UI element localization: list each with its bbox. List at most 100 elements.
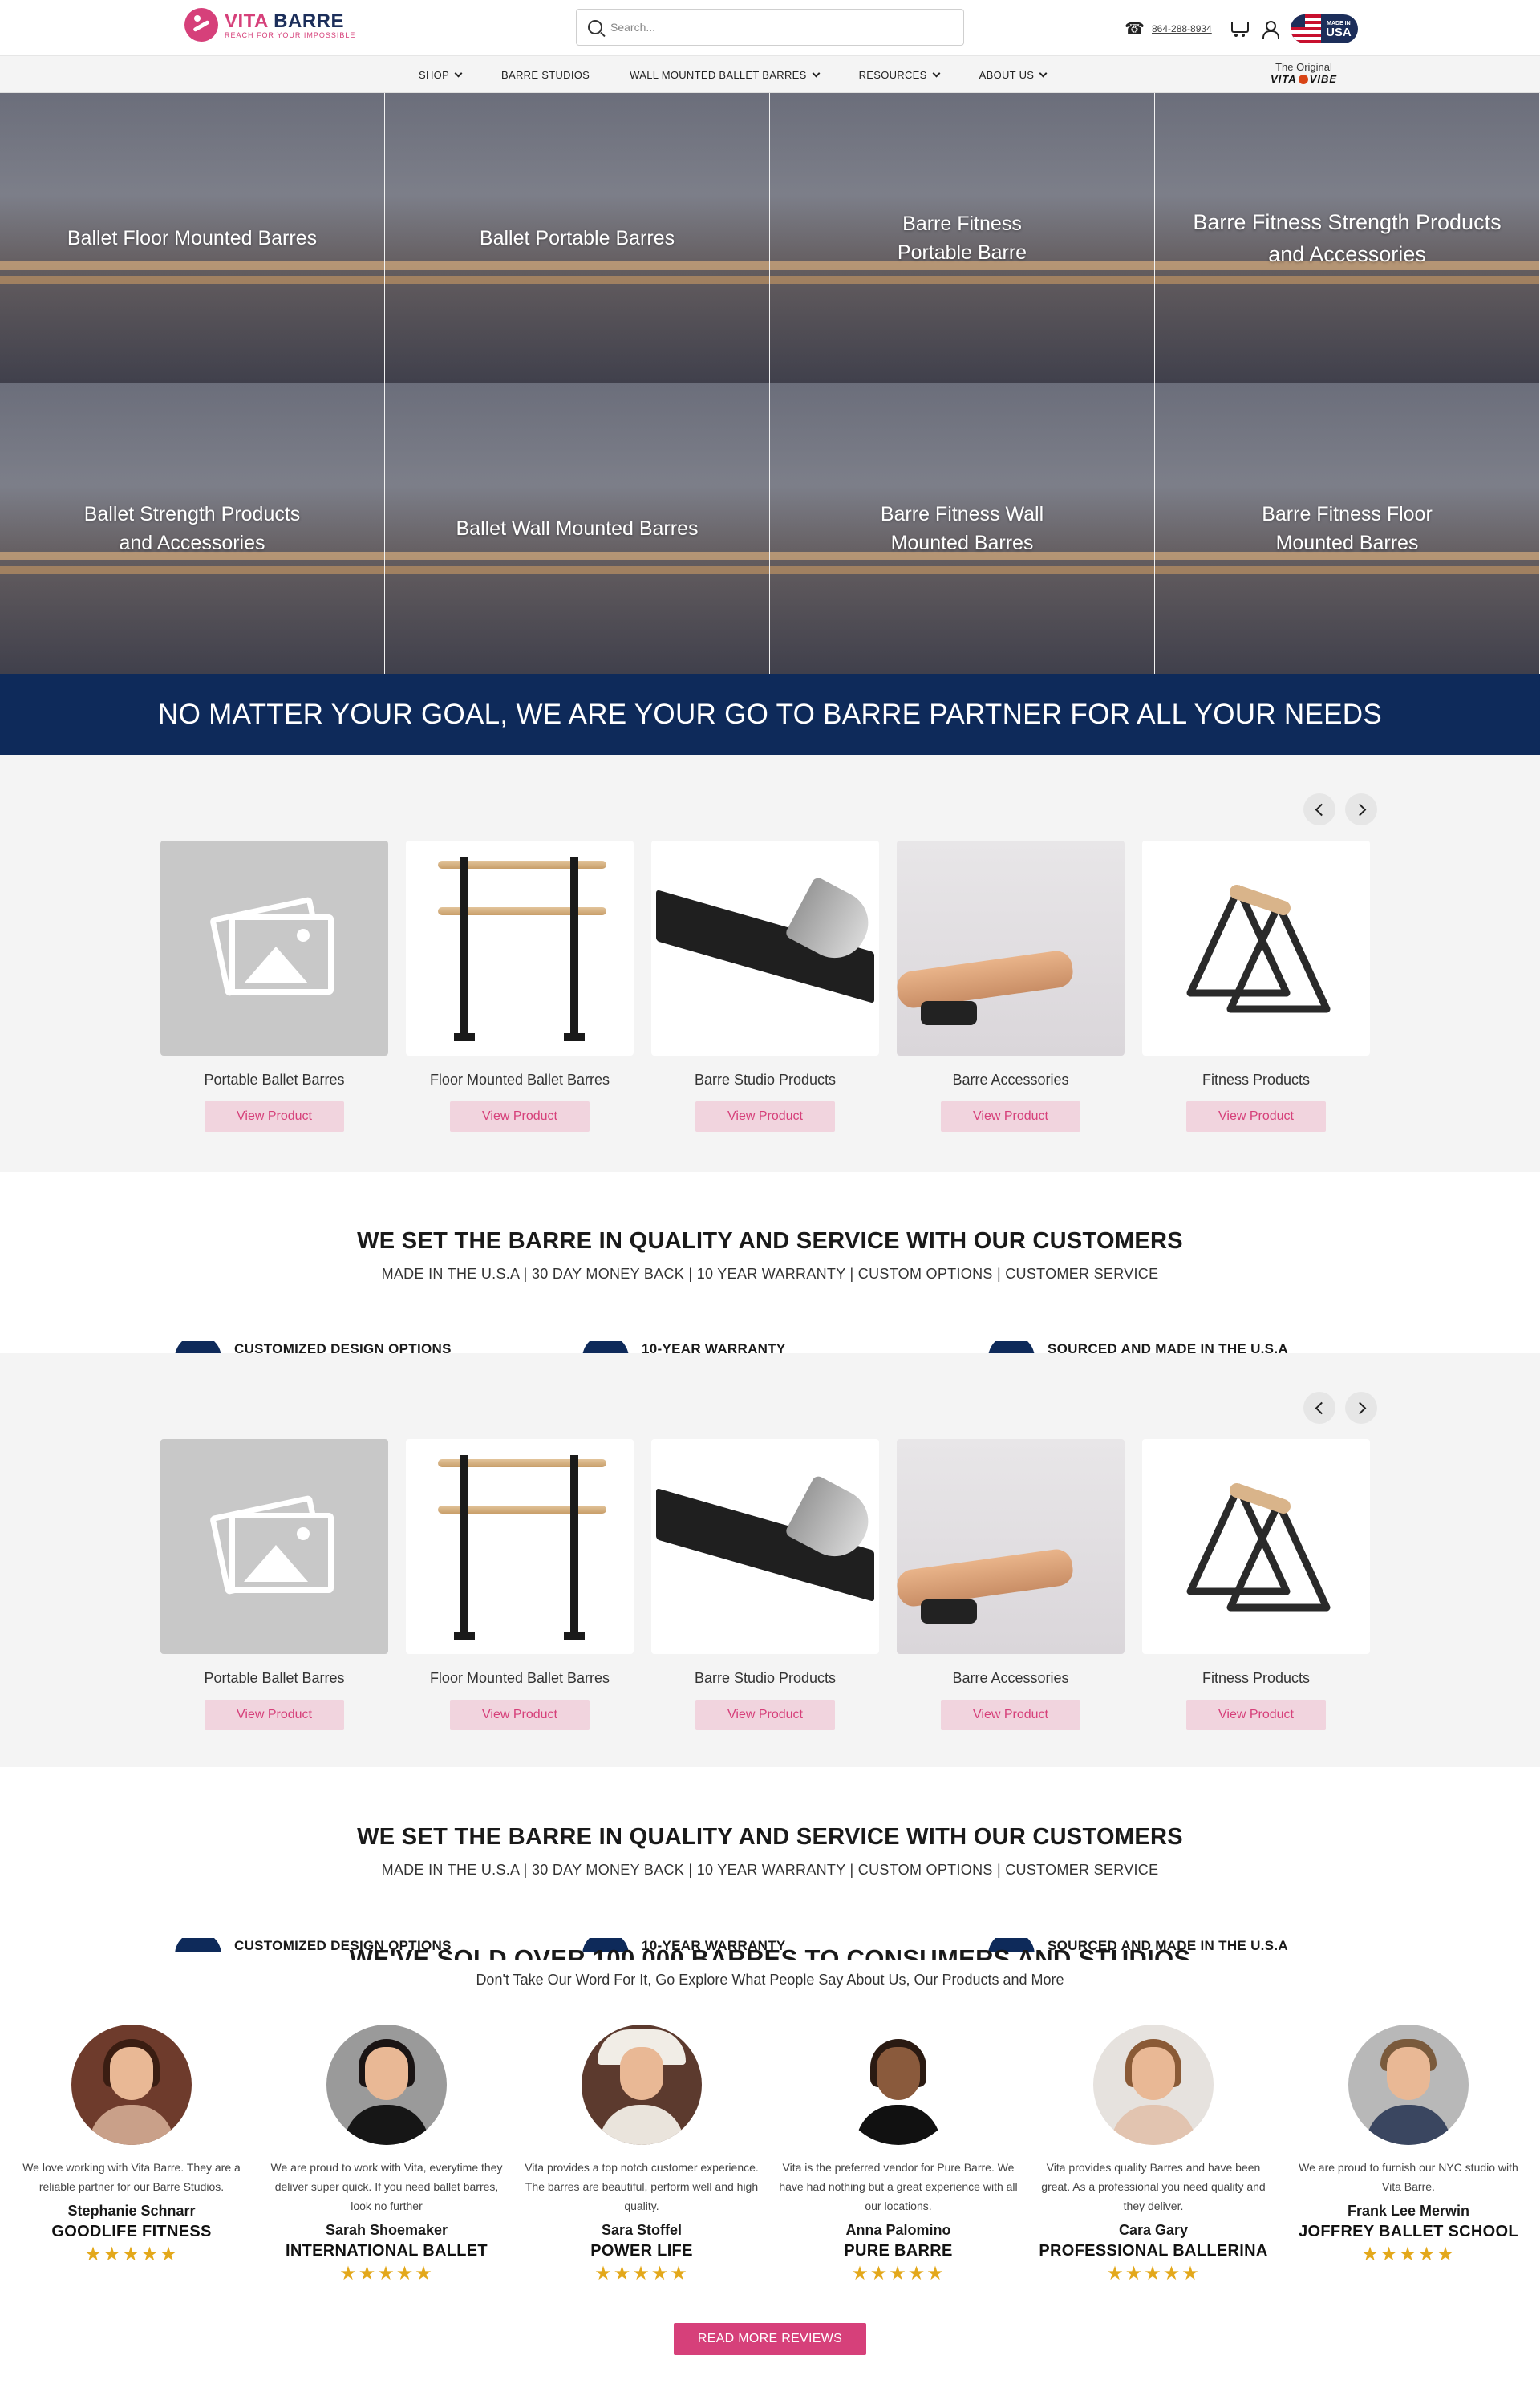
avatar	[838, 2025, 958, 2145]
header-actions: 864-288-8934 MADE INUSA	[1125, 14, 1358, 43]
view-product-button[interactable]: View Product	[941, 1101, 1080, 1132]
accessory-photo	[897, 1439, 1125, 1654]
category-tile[interactable]: Ballet Wall Mounted Barres	[385, 383, 770, 674]
category-tile[interactable]: Ballet Portable Barres	[385, 93, 770, 383]
chevron-down-icon	[932, 69, 941, 77]
product-card[interactable]: Barre Studio Products View Product	[651, 841, 879, 1132]
quality-subtitle: MADE IN THE U.S.A | 30 DAY MONEY BACK | …	[381, 1862, 1159, 1878]
reviewer-name: Stephanie Schnarr	[67, 2203, 196, 2219]
reviewer-name: Anna Palomino	[845, 2222, 951, 2238]
view-product-button[interactable]: View Product	[695, 1101, 835, 1132]
ball-icon	[1298, 74, 1308, 84]
vita-barre-logo[interactable]: VITA BARRE REACH FOR YOUR IMPOSSIBLE	[184, 8, 355, 42]
star-rating: ★★★★★	[1361, 2244, 1456, 2265]
avatar	[326, 2025, 447, 2145]
carousel-next-button[interactable]	[1345, 793, 1377, 825]
carousel-next-button[interactable]	[1345, 1392, 1377, 1424]
view-product-button[interactable]: View Product	[450, 1700, 590, 1730]
category-tile[interactable]: Ballet Strength Products and Accessories	[0, 383, 385, 674]
product-name: Floor Mounted Ballet Barres	[429, 1670, 610, 1686]
phone-link[interactable]: 864-288-8934	[1152, 23, 1212, 34]
partner-banner: NO MATTER YOUR GOAL, WE ARE YOUR GO TO B…	[0, 674, 1540, 755]
avatar	[1093, 2025, 1214, 2145]
view-product-button[interactable]: View Product	[1186, 1700, 1326, 1730]
fitness-product-image	[1142, 841, 1370, 1056]
main-nav: SHOP BARRE STUDIOS WALL MOUNTED BALLET B…	[0, 56, 1540, 93]
product-name: Fitness Products	[1202, 1670, 1311, 1686]
search-icon	[588, 20, 602, 34]
product-card[interactable]: Floor Mounted Ballet Barres View Product	[406, 841, 634, 1132]
product-name: Floor Mounted Ballet Barres	[429, 1072, 610, 1088]
star-rating: ★★★★★	[851, 2263, 946, 2285]
category-tile[interactable]: Barre Fitness Strength Products and Acce…	[1155, 93, 1540, 383]
cart-icon[interactable]	[1230, 19, 1249, 39]
reviewer-name: Cara Gary	[1118, 2222, 1189, 2238]
us-flag-icon	[1290, 14, 1321, 43]
review-quote: We are proud to work with Vita, everytim…	[270, 2161, 503, 2212]
made-in-usa-badge: MADE IN USA	[1290, 14, 1358, 43]
original-vita-vibe-logo[interactable]: The Original VITA VIBE	[1270, 61, 1337, 85]
carousel-prev-button[interactable]	[1303, 793, 1335, 825]
site-header: VITA BARRE REACH FOR YOUR IMPOSSIBLE 864…	[0, 0, 1540, 56]
product-card[interactable]: Portable Ballet Barres View Product	[160, 1439, 388, 1730]
review-card: We are proud to work with Vita, everytim…	[266, 2025, 507, 2285]
view-product-button[interactable]: View Product	[450, 1101, 590, 1132]
triangle-barre-icon	[1186, 885, 1331, 1013]
view-product-button[interactable]: View Product	[695, 1700, 835, 1730]
quality-subtitle: MADE IN THE U.S.A | 30 DAY MONEY BACK | …	[381, 1266, 1159, 1282]
product-carousel: Portable Ballet Barres View Product Floo…	[0, 1353, 1540, 1767]
reviewer-name: Frank Lee Merwin	[1347, 2203, 1470, 2219]
floor-barre-image	[406, 1439, 634, 1654]
reviews-subtitle: Don't Take Our Word For It, Go Explore W…	[476, 1972, 1064, 1988]
carousel-prev-button[interactable]	[1303, 1392, 1335, 1424]
category-tile[interactable]: Ballet Floor Mounted Barres	[0, 93, 385, 383]
category-tile[interactable]: Barre Fitness Floor Mounted Barres	[1155, 383, 1540, 674]
image-placeholder-icon	[160, 1439, 388, 1654]
reviews-heading: WE'VE SOLD OVER 100,000 BARRES TO CONSUM…	[0, 1940, 1540, 1960]
view-product-button[interactable]: View Product	[941, 1700, 1080, 1730]
product-card[interactable]: Fitness Products View Product	[1142, 1439, 1370, 1730]
nav-wall-mounted-ballet-barres[interactable]: WALL MOUNTED BALLET BARRES	[630, 69, 821, 81]
product-name: Fitness Products	[1202, 1072, 1311, 1088]
avatar	[71, 2025, 192, 2145]
chevron-down-icon	[454, 69, 463, 77]
logo-wordmark: VITA BARRE	[225, 10, 345, 32]
view-product-button[interactable]: View Product	[205, 1700, 344, 1730]
category-tile[interactable]: Barre Fitness Wall Mounted Barres	[770, 383, 1155, 674]
product-card[interactable]: Barre Studio Products View Product	[651, 1439, 879, 1730]
star-rating: ★★★★★	[1106, 2263, 1201, 2285]
product-card[interactable]: Fitness Products View Product	[1142, 841, 1370, 1132]
reviewer-org: JOFFREY BALLET SCHOOL	[1299, 2223, 1518, 2240]
review-card: We love working with Vita Barre. They ar…	[11, 2025, 252, 2266]
product-card[interactable]: Barre Accessories View Product	[897, 1439, 1125, 1730]
review-quote: We love working with Vita Barre. They ar…	[22, 2161, 241, 2193]
review-card: We are proud to furnish our NYC studio w…	[1288, 2025, 1529, 2266]
triangle-barre-icon	[1186, 1483, 1331, 1612]
review-card: Vita is the preferred vendor for Pure Ba…	[778, 2025, 1019, 2285]
search-input[interactable]	[610, 21, 947, 34]
view-product-button[interactable]: View Product	[1186, 1101, 1326, 1132]
studio-mat-image	[651, 841, 879, 1056]
reviewer-org: PROFESSIONAL BALLERINA	[1039, 2242, 1268, 2260]
nav-shop[interactable]: SHOP	[419, 69, 463, 81]
nav-about-us[interactable]: ABOUT US	[979, 69, 1048, 81]
banner-text: NO MATTER YOUR GOAL, WE ARE YOUR GO TO B…	[158, 698, 1382, 730]
chevron-down-icon	[1039, 69, 1048, 77]
nav-barre-studios[interactable]: BARRE STUDIOS	[501, 69, 590, 81]
account-icon[interactable]	[1260, 19, 1279, 39]
category-grid: Ballet Floor Mounted Barres Ballet Porta…	[0, 93, 1540, 674]
read-more-reviews-button[interactable]: READ MORE REVIEWS	[674, 2323, 866, 2355]
product-card[interactable]: Barre Accessories View Product	[897, 841, 1125, 1132]
nav-resources[interactable]: RESOURCES	[859, 69, 941, 81]
quality-section: WE SET THE BARRE IN QUALITY AND SERVICE …	[0, 1824, 1540, 1879]
product-name: Portable Ballet Barres	[204, 1670, 345, 1686]
quality-title: WE SET THE BARRE IN QUALITY AND SERVICE …	[357, 1824, 1183, 1850]
category-tile[interactable]: Barre Fitness Portable Barre	[770, 93, 1155, 383]
product-card[interactable]: Floor Mounted Ballet Barres View Product	[406, 1439, 634, 1730]
reviewer-org: GOODLIFE FITNESS	[51, 2223, 212, 2240]
view-product-button[interactable]: View Product	[205, 1101, 344, 1132]
avatar	[1348, 2025, 1469, 2145]
search-box[interactable]	[576, 9, 964, 46]
review-quote: We are proud to furnish our NYC studio w…	[1299, 2161, 1518, 2193]
product-card[interactable]: Portable Ballet Barres View Product	[160, 841, 388, 1132]
